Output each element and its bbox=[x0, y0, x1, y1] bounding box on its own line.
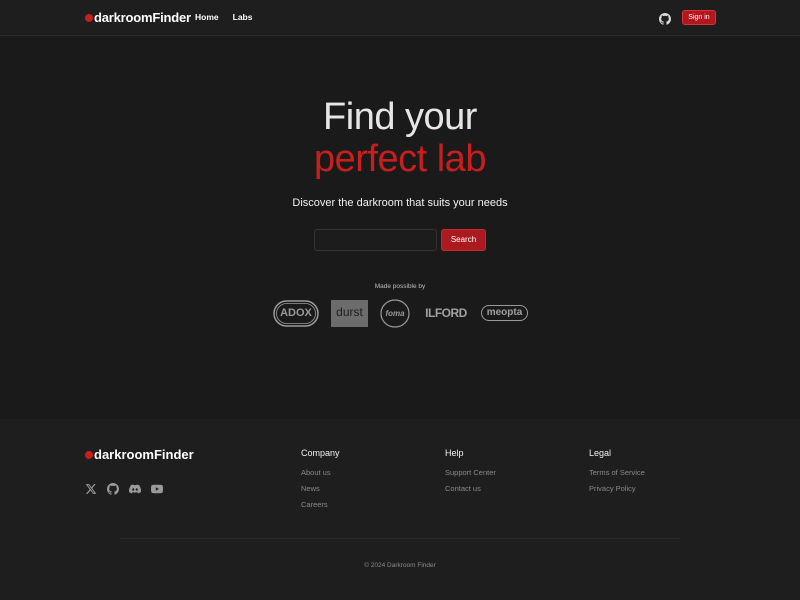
github-icon[interactable] bbox=[107, 482, 119, 495]
discord-icon[interactable] bbox=[129, 482, 142, 494]
footer-brand-name: darkroomFinder bbox=[94, 447, 194, 462]
adox-logo-text: ADOX bbox=[280, 307, 312, 319]
adox-logo: ADOX bbox=[273, 300, 319, 327]
nav-link-home[interactable]: Home bbox=[195, 12, 219, 22]
meopta-logo-text: meopta bbox=[486, 307, 523, 318]
main-nav: Home Labs bbox=[195, 12, 252, 22]
brand-name: darkroomFinder bbox=[94, 10, 191, 25]
search-input[interactable] bbox=[314, 229, 437, 251]
search-button[interactable]: Search bbox=[441, 229, 486, 251]
footer-column-title: Company bbox=[301, 448, 340, 458]
hero-subtitle: Discover the darkroom that suits your ne… bbox=[292, 197, 508, 209]
ilford-logo: ILFORD bbox=[423, 306, 469, 320]
footer-link-news[interactable]: News bbox=[301, 484, 340, 493]
footer-link-support-center[interactable]: Support Center bbox=[445, 468, 496, 477]
footer-link-privacy-policy[interactable]: Privacy Policy bbox=[589, 484, 645, 493]
sign-in-button[interactable]: Sign in bbox=[682, 10, 716, 25]
footer-column-title: Help bbox=[445, 448, 464, 458]
x-icon[interactable] bbox=[85, 482, 97, 494]
nav-link-labs[interactable]: Labs bbox=[233, 12, 253, 22]
durst-logo-text: durst bbox=[336, 305, 363, 319]
footer-column-company: Company About us News Careers bbox=[301, 448, 340, 516]
meopta-logo: meopta bbox=[481, 305, 528, 321]
hero-title-line-1: Find your bbox=[323, 96, 477, 138]
top-nav-bar: darkroomFinder Home Labs Sign in bbox=[0, 0, 800, 36]
footer-brand-logo[interactable]: darkroomFinder bbox=[85, 447, 194, 462]
brand-logo[interactable]: darkroomFinder bbox=[85, 10, 191, 25]
foma-logo-text: foma bbox=[385, 309, 405, 318]
copyright-text: © 2024 Darkroom Finder bbox=[364, 562, 436, 569]
ilford-logo-text: ILFORD bbox=[425, 306, 467, 320]
footer-link-terms-of-service[interactable]: Terms of Service bbox=[589, 468, 645, 477]
brand-dot-icon bbox=[85, 13, 93, 22]
durst-logo: durst bbox=[331, 300, 368, 327]
footer-divider bbox=[120, 538, 680, 539]
foma-logo: foma bbox=[380, 299, 410, 328]
footer-link-contact-us[interactable]: Contact us bbox=[445, 484, 496, 493]
footer-column-help: Help Support Center Contact us bbox=[445, 448, 496, 500]
hero-title-line-2: perfect lab bbox=[314, 138, 486, 180]
footer-link-careers[interactable]: Careers bbox=[301, 500, 340, 509]
footer-column-legal: Legal Terms of Service Privacy Policy bbox=[589, 448, 645, 500]
footer-brand-dot-icon bbox=[85, 450, 93, 459]
footer-link-about-us[interactable]: About us bbox=[301, 468, 340, 477]
social-links bbox=[85, 482, 164, 495]
footer-column-title: Legal bbox=[589, 448, 612, 458]
youtube-icon[interactable] bbox=[150, 482, 164, 494]
sponsors-label: Made possible by bbox=[374, 283, 426, 290]
github-icon[interactable] bbox=[659, 12, 671, 25]
site-footer: darkroomFinder Company About us News Car… bbox=[0, 419, 800, 600]
